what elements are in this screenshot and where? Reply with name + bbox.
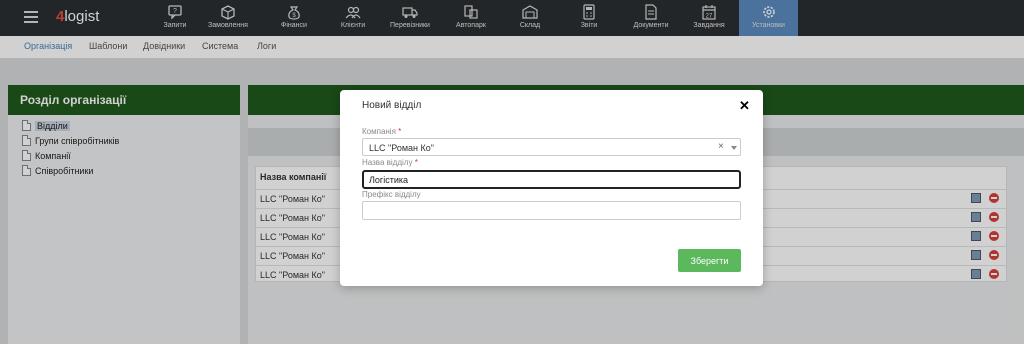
- clear-selection-icon[interactable]: ×: [718, 141, 724, 152]
- department-prefix-input[interactable]: [362, 201, 741, 220]
- dialog-title: Новий відділ: [362, 100, 422, 111]
- department-prefix-label: Префікс відділу: [362, 190, 421, 199]
- company-select-value: LLC "Роман Ко": [369, 143, 434, 153]
- company-select[interactable]: LLC "Роман Ко" ×: [362, 138, 741, 156]
- company-label: Компанія *: [362, 127, 402, 136]
- department-name-label: Назва відділу *: [362, 158, 418, 167]
- save-button[interactable]: Зберегти: [678, 249, 741, 272]
- department-name-input[interactable]: [362, 170, 741, 189]
- chevron-down-icon[interactable]: [731, 146, 737, 150]
- close-icon[interactable]: ✕: [739, 98, 750, 114]
- new-department-dialog: Новий відділ ✕ Компанія * LLC "Роман Ко"…: [340, 90, 763, 286]
